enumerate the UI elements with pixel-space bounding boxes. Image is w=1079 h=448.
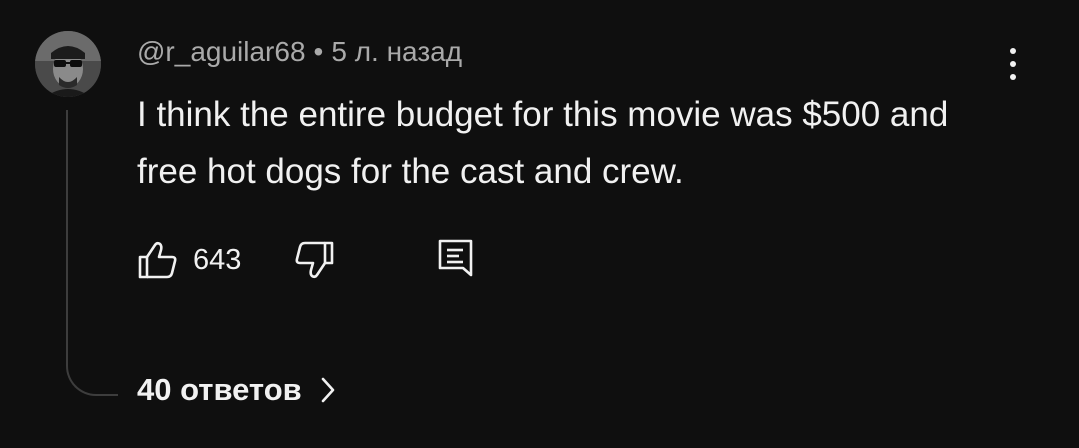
dislike-button[interactable] [293, 240, 335, 280]
like-button[interactable]: 643 [137, 240, 241, 280]
comment-reply-icon [438, 239, 473, 277]
comment-username[interactable]: @r_aguilar68 [137, 36, 306, 67]
more-options-button[interactable] [996, 42, 1030, 86]
more-vertical-icon [1010, 48, 1016, 54]
reply-thread-line [66, 110, 118, 396]
replies-count-label: 40 ответов [137, 372, 302, 407]
reply-button[interactable] [437, 238, 475, 278]
like-count: 643 [193, 243, 242, 276]
avatar-image [35, 31, 101, 97]
meta-separator: • [313, 36, 324, 67]
comment-timestamp[interactable]: 5 л. назад [331, 36, 462, 67]
thumb-up-icon [138, 241, 177, 279]
chevron-right-icon [320, 376, 336, 404]
view-replies-button[interactable]: 40 ответов [137, 372, 336, 408]
comment-meta: @r_aguilar68 • 5 л. назад [137, 36, 462, 68]
comment-text: I think the entire budget for this movie… [137, 95, 949, 191]
thumb-down-icon [295, 241, 334, 279]
avatar[interactable] [35, 31, 101, 97]
